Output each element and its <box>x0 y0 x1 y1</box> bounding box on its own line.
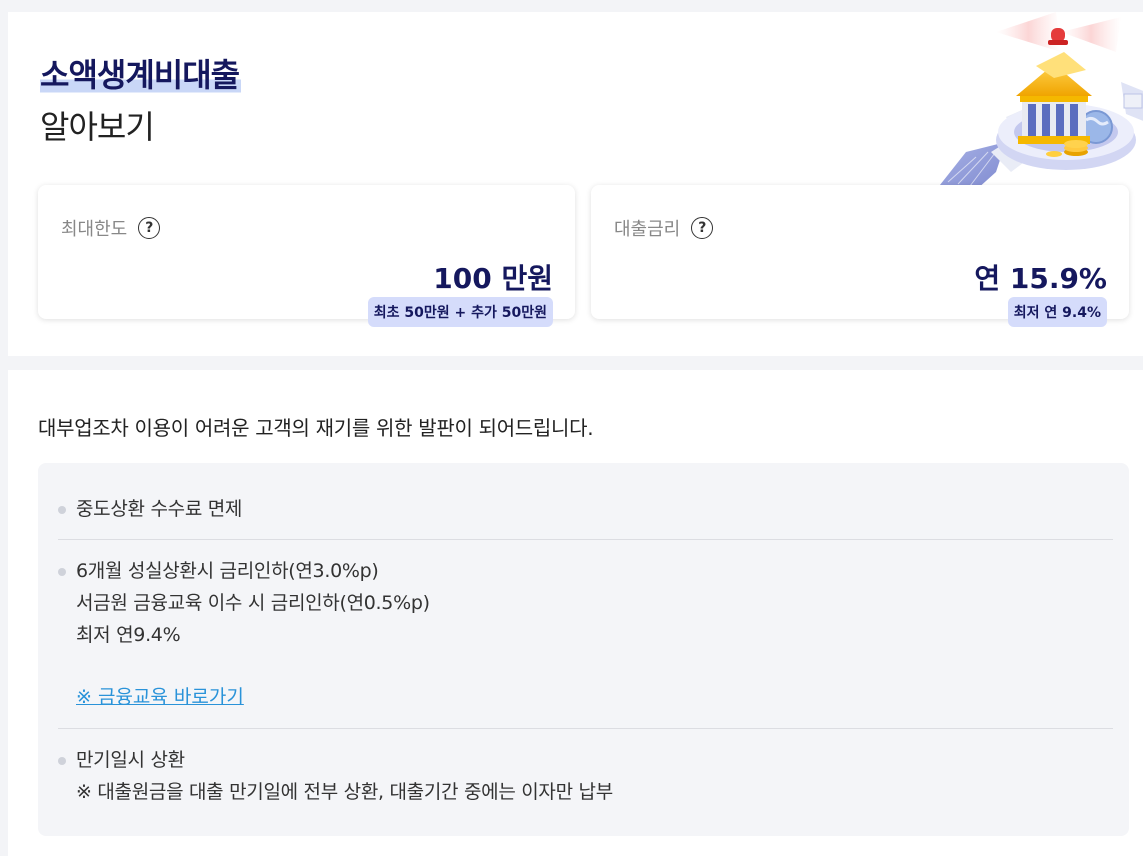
page-subtitle: 알아보기 <box>40 108 155 146</box>
feature-item: 중도상환 수수료 면제 <box>58 493 1113 525</box>
financial-education-link[interactable]: ※ 금융교육 바로가기 <box>76 686 244 708</box>
divider <box>58 539 1113 540</box>
divider <box>58 728 1113 729</box>
page-heading: 소액생계비대출 알아보기 <box>40 56 242 146</box>
max-limit-badge: 최초 50만원 + 추가 50만원 <box>367 297 553 327</box>
help-circle-icon[interactable]: ? <box>691 217 714 239</box>
interest-rate-badge: 최저 연 9.4% <box>1007 297 1107 327</box>
max-limit-label: 최대한도 <box>61 219 128 240</box>
feature-line: 최저 연9.4% <box>76 624 181 646</box>
interest-rate-value: 연 15.9% <box>974 262 1107 295</box>
feature-line: 중도상환 수수료 면제 <box>76 498 243 520</box>
feature-item: 6개월 성실상환시 금리인하(연3.0%p) 서금원 금융교육 이수 시 금리인… <box>58 555 1113 713</box>
feature-line: 6개월 성실상환시 금리인하(연3.0%p) <box>76 560 379 582</box>
intro-text: 대부업조차 이용이 어려운 고객의 재기를 위한 발판이 되어드립니다. <box>38 416 594 440</box>
bullet-icon <box>58 506 66 514</box>
bullet-icon <box>58 757 66 765</box>
feature-line: 서금원 금융교육 이수 시 금리인하(연0.5%p) <box>76 592 430 614</box>
max-limit-card: 최대한도 ? 100 만원 최초 50만원 + 추가 50만원 <box>38 185 575 327</box>
feature-line: 만기일시 상환 <box>76 749 185 771</box>
interest-rate-card: 대출금리 ? 연 15.9% 최저 연 9.4% <box>591 185 1129 327</box>
max-limit-label-row: 최대한도 ? <box>61 215 161 241</box>
feature-line: ※ 대출원금을 대출 만기일에 전부 상환, 대출기간 중에는 이자만 납부 <box>76 781 613 803</box>
feature-list: 중도상환 수수료 면제 6개월 성실상환시 금리인하(연3.0%p) 서금원 금… <box>38 463 1129 836</box>
interest-rate-label-row: 대출금리 ? <box>614 215 714 241</box>
page-title: 소액생계비대출 <box>40 56 242 94</box>
loan-summary-section: 소액생계비대출 알아보기 최대한도 ? 100 만원 최초 50만원 + 추가 … <box>8 12 1143 356</box>
bullet-icon <box>58 568 66 576</box>
feature-item: 만기일시 상환 ※ 대출원금을 대출 만기일에 전부 상환, 대출기간 중에는 … <box>58 744 1113 808</box>
interest-rate-label: 대출금리 <box>614 219 681 240</box>
help-circle-icon[interactable]: ? <box>138 217 161 239</box>
loan-detail-section: 대부업조차 이용이 어려운 고객의 재기를 위한 발판이 되어드립니다. 중도상… <box>8 370 1143 856</box>
max-limit-value: 100 만원 <box>433 262 553 295</box>
bank-siren-illustration <box>936 12 1143 190</box>
